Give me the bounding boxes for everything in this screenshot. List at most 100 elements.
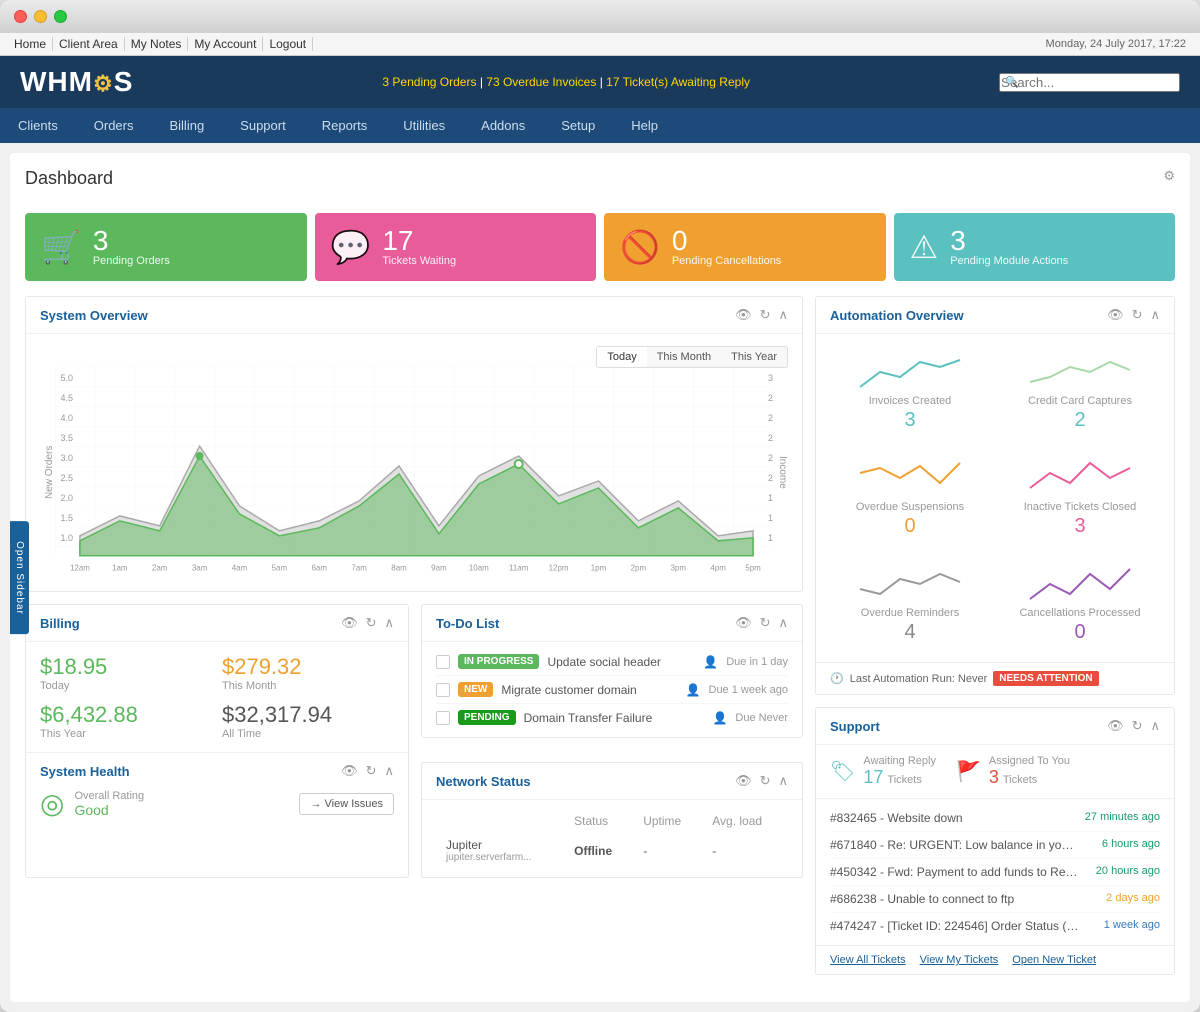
support-collapse-icon[interactable]: ∧ — [1150, 718, 1160, 734]
todo-collapse-icon[interactable]: ∧ — [778, 615, 788, 631]
automation-panel: Automation Overview 👁 ↻ ∧ — [815, 296, 1175, 695]
svg-text:4am: 4am — [232, 564, 248, 573]
ban-icon: 🚫 — [620, 228, 660, 266]
todo-eye-icon[interactable]: 👁 — [735, 615, 752, 631]
main-left: System Overview 👁 ↻ ∧ — [25, 296, 803, 987]
todo-refresh-icon[interactable]: ↻ — [760, 615, 771, 631]
view-all-tickets-link[interactable]: View All Tickets — [830, 954, 906, 966]
health-collapse-icon[interactable]: ∧ — [384, 763, 394, 779]
auto-item-2: Overdue Suspensions 0 — [830, 450, 990, 546]
svg-text:1.0: 1.0 — [60, 533, 72, 543]
stat-box-orders[interactable]: 🛒 3 Pending Orders — [25, 213, 307, 281]
nav-orders[interactable]: Orders — [76, 108, 152, 143]
awaiting-label: Awaiting Reply — [863, 755, 936, 767]
close-btn[interactable] — [14, 10, 27, 23]
nav-my-account[interactable]: My Account — [188, 37, 263, 51]
nav-setup[interactable]: Setup — [543, 108, 613, 143]
nav-logout[interactable]: Logout — [263, 37, 313, 51]
ticket-subject-0[interactable]: #832465 - Website down — [830, 811, 963, 825]
nav-billing[interactable]: Billing — [151, 108, 222, 143]
module-actions-label: Pending Module Actions — [950, 255, 1068, 267]
header-alerts: 3 Pending Orders | 73 Overdue Invoices |… — [133, 75, 999, 89]
dashboard-gear-icon[interactable]: ⚙ — [1163, 168, 1175, 184]
nav-utilities[interactable]: Utilities — [385, 108, 463, 143]
nav-home[interactable]: Home — [14, 37, 53, 51]
clock-icon: 🕐 — [830, 672, 844, 685]
sparkline-cc — [1008, 352, 1152, 392]
ticket-subject-2[interactable]: #450342 - Fwd: Payment to add funds to R… — [830, 865, 1080, 879]
stat-box-tickets[interactable]: 💬 17 Tickets Waiting — [315, 213, 597, 281]
support-refresh-icon[interactable]: ↻ — [1132, 718, 1143, 734]
logo-gear: ⚙ — [93, 71, 114, 96]
eye-icon[interactable]: 👁 — [735, 307, 752, 323]
open-sidebar-tab[interactable]: Open Sidebar — [10, 521, 29, 635]
billing-month-amount: $279.32 — [222, 654, 394, 680]
view-my-tickets-link[interactable]: View My Tickets — [920, 954, 999, 966]
nav-help[interactable]: Help — [613, 108, 676, 143]
period-today[interactable]: Today — [597, 347, 646, 367]
billing-refresh-icon[interactable]: ↻ — [366, 615, 377, 631]
health-eye-icon[interactable]: 👁 — [341, 763, 358, 779]
ticket-subject-3[interactable]: #686238 - Unable to connect to ftp — [830, 892, 1014, 906]
alert-overdue-invoices[interactable]: 73 Overdue Invoices — [486, 75, 596, 89]
datetime: Monday, 24 July 2017, 17:22 — [1046, 38, 1186, 50]
automation-eye-icon[interactable]: 👁 — [1107, 307, 1124, 323]
auto-item-0: Invoices Created 3 — [830, 344, 990, 440]
billing-collapse-icon[interactable]: ∧ — [384, 615, 394, 631]
network-collapse-icon[interactable]: ∧ — [778, 773, 788, 789]
tickets-waiting-count: 17 — [382, 227, 456, 255]
search-input[interactable] — [999, 73, 1180, 92]
support-eye-icon[interactable]: 👁 — [1107, 718, 1124, 734]
svg-text:5.0: 5.0 — [60, 373, 72, 383]
title-bar — [0, 0, 1200, 33]
network-refresh-icon[interactable]: ↻ — [760, 773, 771, 789]
view-issues-button[interactable]: → View Issues — [299, 793, 394, 815]
network-eye-icon[interactable]: 👁 — [735, 773, 752, 789]
svg-text:1.5: 1.5 — [60, 513, 72, 523]
pending-orders-label: Pending Orders — [93, 255, 170, 267]
nav-clients[interactable]: Clients — [0, 108, 76, 143]
navbar: Clients Orders Billing Support Reports U… — [0, 108, 1200, 143]
todo-checkbox-1[interactable] — [436, 683, 450, 697]
alert-tickets-awaiting[interactable]: 17 Ticket(s) Awaiting Reply — [606, 75, 750, 89]
stat-box-cancellations[interactable]: 🚫 0 Pending Cancellations — [604, 213, 886, 281]
svg-text:5pm: 5pm — [745, 564, 761, 573]
todo-due-2: Due Never — [735, 712, 788, 724]
period-year[interactable]: This Year — [721, 347, 787, 367]
support-title: Support — [830, 719, 880, 734]
awaiting-sub: Tickets — [887, 774, 921, 786]
network-title: Network Status — [436, 774, 531, 789]
alert-pending-orders[interactable]: 3 Pending Orders — [382, 75, 476, 89]
automation-collapse-icon[interactable]: ∧ — [1150, 307, 1160, 323]
billing-today-label: Today — [40, 680, 212, 692]
module-actions-count: 3 — [950, 227, 1068, 255]
svg-text:4.5: 4.5 — [60, 393, 72, 403]
billing-this-month: $279.32 This Month — [222, 654, 394, 692]
billing-body: $18.95 Today $279.32 This Month $6,432.8… — [26, 642, 408, 752]
svg-text:6am: 6am — [312, 564, 328, 573]
open-new-ticket-link[interactable]: Open New Ticket — [1012, 954, 1096, 966]
logo-text: WHM⚙S — [20, 66, 133, 98]
svg-text:10am: 10am — [469, 564, 489, 573]
billing-eye-icon[interactable]: 👁 — [341, 615, 358, 631]
nav-my-notes[interactable]: My Notes — [125, 37, 189, 51]
period-month[interactable]: This Month — [647, 347, 721, 367]
maximize-btn[interactable] — [54, 10, 67, 23]
ticket-subject-4[interactable]: #474247 - [Ticket ID: 224546] Order Stat… — [830, 919, 1080, 933]
minimize-btn[interactable] — [34, 10, 47, 23]
automation-refresh-icon[interactable]: ↻ — [1132, 307, 1143, 323]
refresh-icon[interactable]: ↻ — [760, 307, 771, 323]
network-col-uptime: Uptime — [635, 810, 702, 832]
nav-reports[interactable]: Reports — [304, 108, 386, 143]
ticket-subject-1[interactable]: #671840 - Re: URGENT: Low balance in you… — [830, 838, 1080, 852]
todo-due-0: Due in 1 day — [726, 656, 788, 668]
todo-checkbox-0[interactable] — [436, 655, 450, 669]
nav-support[interactable]: Support — [222, 108, 304, 143]
nav-client-area[interactable]: Client Area — [53, 37, 125, 51]
nav-addons[interactable]: Addons — [463, 108, 543, 143]
health-refresh-icon[interactable]: ↻ — [366, 763, 377, 779]
stat-box-modules[interactable]: ⚠ 3 Pending Module Actions — [894, 213, 1176, 281]
billing-year-amount: $6,432.88 — [40, 702, 212, 728]
collapse-icon[interactable]: ∧ — [778, 307, 788, 323]
todo-checkbox-2[interactable] — [436, 711, 450, 725]
